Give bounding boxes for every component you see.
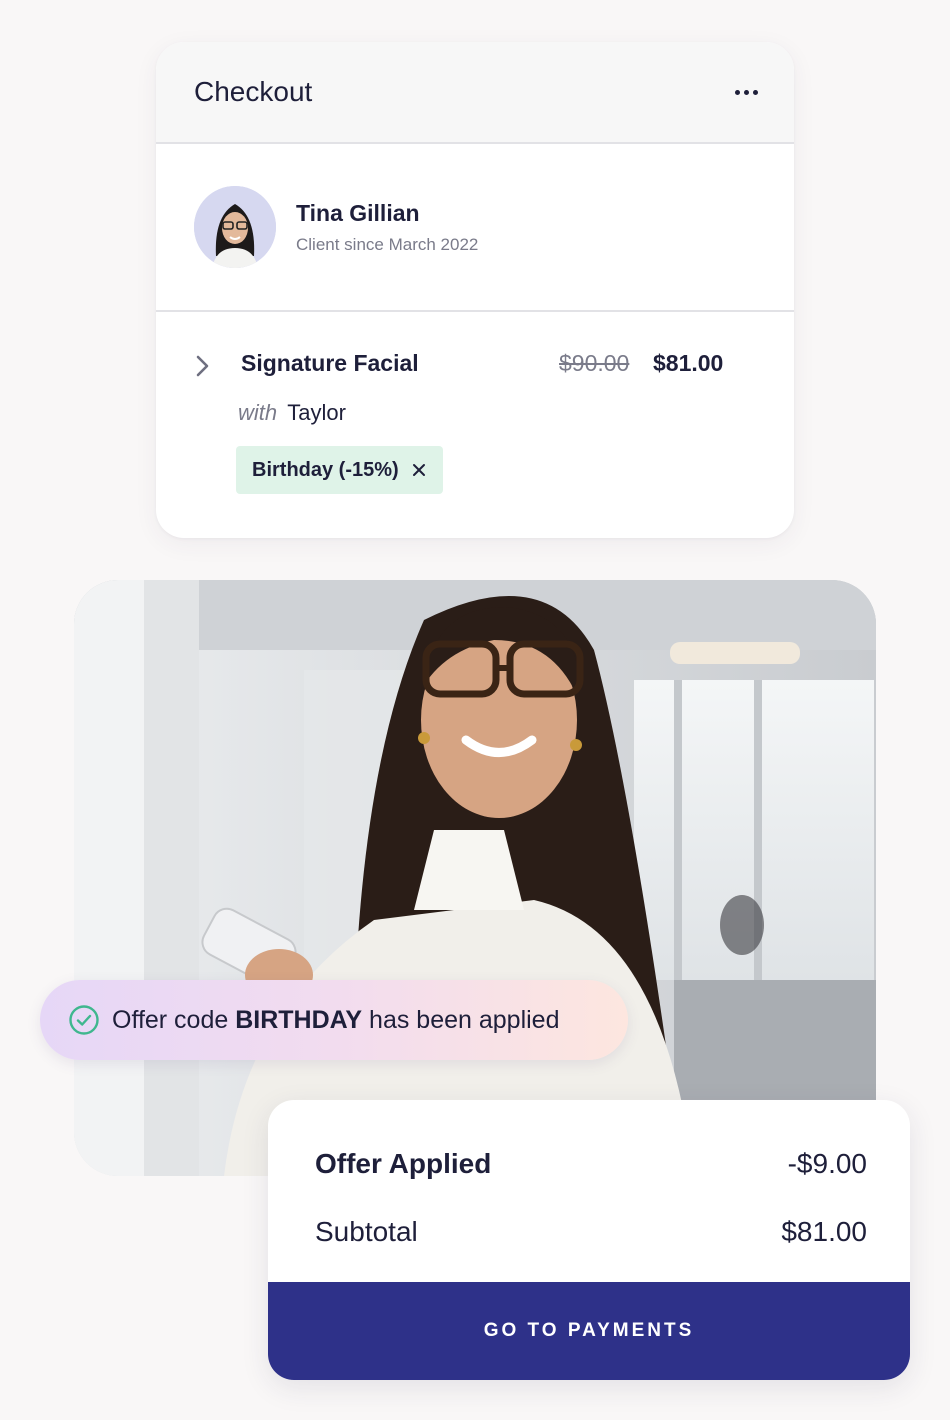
chevron-right-icon[interactable] xyxy=(194,354,212,378)
client-avatar xyxy=(194,186,276,268)
summary-card: Offer Applied -$9.00 Subtotal $81.00 GO … xyxy=(268,1100,910,1380)
staff-row: with Taylor xyxy=(238,400,346,426)
checkout-title: Checkout xyxy=(194,76,313,107)
discount-chip-label: Birthday (-15%) xyxy=(252,458,399,481)
staff-name: Taylor xyxy=(287,400,346,425)
subtotal-value: $81.00 xyxy=(781,1216,867,1247)
original-price: $90.00 xyxy=(559,350,630,376)
close-icon[interactable] xyxy=(409,460,429,480)
service-line-item: Signature Facial $90.00 $81.00 with Tayl… xyxy=(156,312,794,536)
client-row[interactable]: Tina Gillian Client since March 2022 xyxy=(156,144,794,312)
go-to-payments-button[interactable]: GO TO PAYMENTS xyxy=(268,1282,910,1380)
discount-chip: Birthday (-15%) xyxy=(236,446,443,494)
toast-suffix: has been applied xyxy=(362,1005,560,1034)
check-circle-icon xyxy=(69,1005,99,1035)
offer-applied-toast: Offer code BIRTHDAY has been applied xyxy=(40,980,628,1060)
toast-message: Offer code BIRTHDAY has been applied xyxy=(112,1006,559,1035)
client-name: Tina Gillian xyxy=(296,199,420,226)
toast-prefix: Offer code xyxy=(112,1005,236,1034)
with-label: with xyxy=(238,400,278,425)
offer-code: BIRTHDAY xyxy=(235,1005,363,1034)
client-since: Client since March 2022 xyxy=(296,234,479,254)
checkout-card: Checkout Tina Gillian Client since March… xyxy=(156,42,794,538)
client-info: Tina Gillian Client since March 2022 xyxy=(296,200,478,255)
offer-label: Offer Applied xyxy=(315,1148,492,1179)
hero-photo xyxy=(74,580,876,1176)
offer-value: -$9.00 xyxy=(787,1148,867,1179)
offer-row: Offer Applied -$9.00 xyxy=(315,1148,867,1180)
service-name: Signature Facial xyxy=(241,350,419,376)
discounted-price: $81.00 xyxy=(653,350,724,376)
subtotal-label: Subtotal xyxy=(315,1216,418,1247)
more-options-icon[interactable] xyxy=(735,89,758,95)
subtotal-row: Subtotal $81.00 xyxy=(315,1216,867,1248)
checkout-header: Checkout xyxy=(156,42,794,144)
